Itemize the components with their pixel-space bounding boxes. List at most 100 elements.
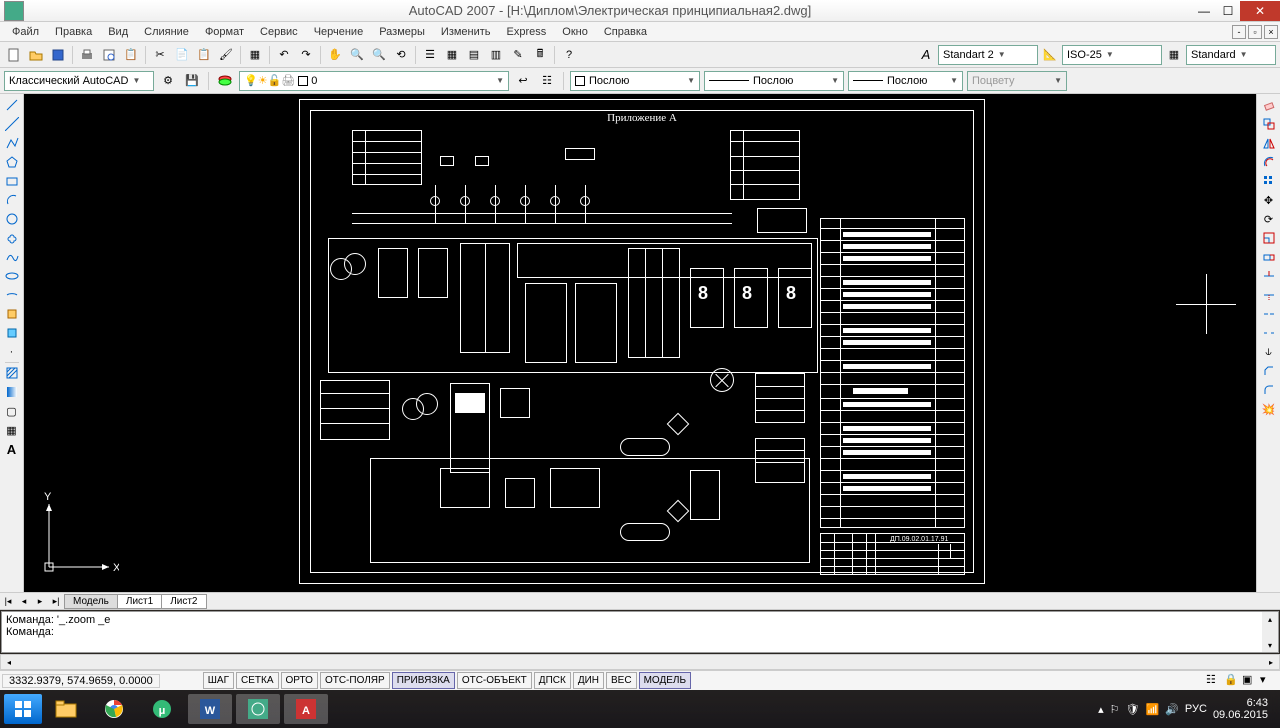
tray-icon3[interactable]: ▾ [1260, 673, 1276, 689]
maximize-button[interactable]: ☐ [1216, 1, 1240, 21]
join-tool[interactable]: ⫝ [1260, 343, 1278, 361]
ellipse-arc-tool[interactable] [3, 286, 21, 304]
polyline-tool[interactable] [3, 134, 21, 152]
layer-states-button[interactable]: ☷ [537, 71, 557, 91]
menu-express[interactable]: Express [499, 24, 555, 40]
calc-button[interactable]: 🖩 [530, 45, 550, 65]
rotate-tool[interactable]: ⟳ [1260, 210, 1278, 228]
polygon-tool[interactable] [3, 153, 21, 171]
arc-tool[interactable] [3, 191, 21, 209]
tab-first-button[interactable]: |◂ [0, 593, 16, 609]
menu-help[interactable]: Справка [596, 24, 655, 40]
mtext-tool[interactable]: A [3, 440, 21, 458]
workspace-settings-button[interactable]: ⚙ [158, 71, 178, 91]
dim-style-icon[interactable]: 📐 [1040, 45, 1060, 65]
tool-palettes-button[interactable]: ▤ [464, 45, 484, 65]
tray-volume-icon[interactable]: 🔊 [1165, 703, 1179, 716]
break-point-tool[interactable] [1260, 305, 1278, 323]
menu-modify[interactable]: Изменить [433, 24, 499, 40]
linetype-combo[interactable]: Послою▼ [704, 71, 844, 91]
stretch-tool[interactable] [1260, 248, 1278, 266]
mdi-minimize-button[interactable]: - [1232, 25, 1246, 39]
tab-next-button[interactable]: ▸ [32, 593, 48, 609]
array-tool[interactable] [1260, 172, 1278, 190]
menu-file[interactable]: Файл [4, 24, 47, 40]
polar-toggle[interactable]: ОТС-ПОЛЯР [320, 672, 390, 689]
menu-tools[interactable]: Сервис [252, 24, 306, 40]
save-button[interactable] [48, 45, 68, 65]
paste-button[interactable]: 📋 [194, 45, 214, 65]
tray-clock[interactable]: 6:43 09.06.2015 [1213, 697, 1268, 721]
layer-combo[interactable]: 💡☀🔓🖨 0 ▼ [239, 71, 509, 91]
gradient-tool[interactable] [3, 383, 21, 401]
erase-tool[interactable] [1260, 96, 1278, 114]
trim-tool[interactable] [1260, 267, 1278, 285]
explode-tool[interactable]: 💥 [1260, 400, 1278, 418]
tray-icon[interactable]: ☷ [1206, 673, 1222, 689]
menu-window[interactable]: Окно [554, 24, 596, 40]
command-hscroll[interactable]: ◂▸ [0, 654, 1280, 670]
tray-icon2[interactable]: ▣ [1242, 673, 1258, 689]
drawing-canvas[interactable]: Приложение А [24, 94, 1256, 592]
text-style-icon[interactable]: A [916, 45, 936, 65]
ducs-toggle[interactable]: ДПСК [534, 672, 571, 689]
table-style-icon[interactable]: ▦ [1164, 45, 1184, 65]
minimize-button[interactable]: — [1192, 1, 1216, 21]
design-center-button[interactable]: ▦ [442, 45, 462, 65]
fillet-tool[interactable] [1260, 381, 1278, 399]
open-button[interactable] [26, 45, 46, 65]
my-workspace-button[interactable]: 💾 [182, 71, 202, 91]
tab-sheet2[interactable]: Лист2 [161, 594, 206, 609]
xline-tool[interactable] [3, 115, 21, 133]
break-tool[interactable] [1260, 324, 1278, 342]
properties-button[interactable]: ☰ [420, 45, 440, 65]
insert-block-tool[interactable] [3, 305, 21, 323]
menu-dimension[interactable]: Размеры [371, 24, 433, 40]
ortho-toggle[interactable]: ОРТО [281, 672, 318, 689]
tray-network-icon[interactable]: 📶 [1146, 703, 1160, 716]
tray-shield-icon[interactable]: 🛡 [1126, 703, 1140, 716]
offset-tool[interactable] [1260, 153, 1278, 171]
layer-props-button[interactable] [215, 71, 235, 91]
color-combo[interactable]: Послою▼ [570, 71, 700, 91]
chamfer-tool[interactable] [1260, 362, 1278, 380]
tray-lang[interactable]: РУС [1185, 703, 1207, 715]
block-editor-button[interactable]: ▦ [245, 45, 265, 65]
markup-button[interactable]: ✎ [508, 45, 528, 65]
undo-button[interactable]: ↶ [274, 45, 294, 65]
circle-tool[interactable] [3, 210, 21, 228]
menu-format[interactable]: Формат [197, 24, 252, 40]
plotstyle-combo[interactable]: Поцвету▼ [967, 71, 1067, 91]
tray-up-icon[interactable]: ▴ [1098, 703, 1104, 716]
point-tool[interactable]: · [3, 343, 21, 361]
mirror-tool[interactable] [1260, 134, 1278, 152]
menu-insert[interactable]: Слияние [136, 24, 197, 40]
ellipse-tool[interactable] [3, 267, 21, 285]
mdi-restore-button[interactable]: ▫ [1248, 25, 1262, 39]
grid-toggle[interactable]: СЕТКА [236, 672, 279, 689]
rectangle-tool[interactable] [3, 172, 21, 190]
coordinates-display[interactable]: 3332.9379, 574.9659, 0.0000 [2, 674, 160, 688]
tab-prev-button[interactable]: ◂ [16, 593, 32, 609]
scale-tool[interactable] [1260, 229, 1278, 247]
lineweight-combo[interactable]: Послою▼ [848, 71, 963, 91]
copy-button[interactable]: 📄 [172, 45, 192, 65]
dim-style-combo[interactable]: ISO-25▼ [1062, 45, 1162, 65]
lwt-toggle[interactable]: ВЕС [606, 672, 637, 689]
table-tool[interactable]: ▦ [3, 421, 21, 439]
tray-flag-icon[interactable]: ⚐ [1110, 703, 1120, 716]
region-tool[interactable]: ▢ [3, 402, 21, 420]
help-button[interactable]: ? [559, 45, 579, 65]
menu-view[interactable]: Вид [100, 24, 136, 40]
lock-icon[interactable]: 🔒 [1224, 673, 1240, 689]
plot-preview-button[interactable] [99, 45, 119, 65]
cut-button[interactable]: ✂ [150, 45, 170, 65]
publish-button[interactable]: 📋 [121, 45, 141, 65]
table-style-combo[interactable]: Standard▼ [1186, 45, 1276, 65]
menu-edit[interactable]: Правка [47, 24, 100, 40]
redo-button[interactable]: ↷ [296, 45, 316, 65]
mdi-close-button[interactable]: × [1264, 25, 1278, 39]
zoom-realtime-button[interactable]: 🔍 [347, 45, 367, 65]
dyn-toggle[interactable]: ДИН [573, 672, 604, 689]
workspace-combo[interactable]: Классический AutoCAD▼ [4, 71, 154, 91]
